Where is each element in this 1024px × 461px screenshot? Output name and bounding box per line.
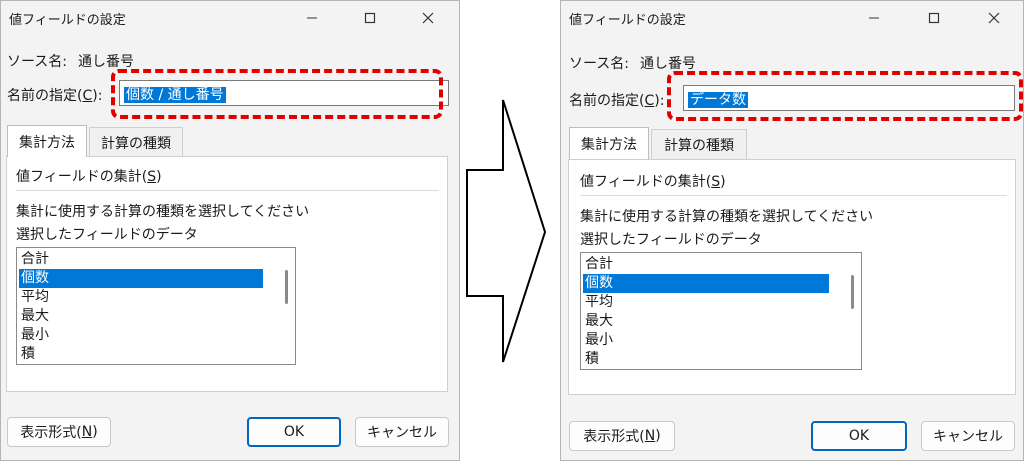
- summary-function-list[interactable]: 合計 個数 平均 最大 最小 積: [580, 252, 862, 370]
- cancel-button[interactable]: キャンセル: [355, 417, 449, 447]
- number-format-button[interactable]: 表示形式(N): [7, 417, 111, 447]
- list-item-selected[interactable]: 個数: [19, 269, 263, 288]
- source-name-label: ソース名:: [7, 54, 68, 70]
- minimize-icon: [869, 17, 879, 19]
- maximize-icon: [928, 12, 940, 24]
- tab-show-values-as[interactable]: 計算の種類: [89, 127, 183, 157]
- list-item[interactable]: 合計: [583, 255, 829, 274]
- tab-summarize-by[interactable]: 集計方法: [7, 125, 87, 157]
- source-name-value: 通し番号: [640, 56, 696, 72]
- title-bar: 値フィールドの設定: [1, 1, 459, 35]
- instruction-line-1: 集計に使用する計算の種類を選択してください: [580, 209, 874, 225]
- vertical-scrollbar[interactable]: [844, 253, 861, 369]
- ok-button[interactable]: OK: [247, 417, 341, 447]
- tab-summarize-by[interactable]: 集計方法: [569, 127, 649, 159]
- list-item-selected[interactable]: 個数: [583, 274, 829, 293]
- close-button[interactable]: [405, 1, 451, 35]
- summary-function-list[interactable]: 合計 個数 平均 最大 最小 積: [16, 247, 296, 365]
- cancel-button[interactable]: キャンセル: [921, 421, 1015, 451]
- list-item[interactable]: 合計: [19, 250, 263, 269]
- section-divider: [580, 195, 1007, 196]
- title-bar: 値フィールドの設定: [561, 1, 1023, 35]
- list-item[interactable]: 平均: [583, 293, 829, 312]
- tab-show-values-as[interactable]: 計算の種類: [651, 129, 747, 159]
- list-item[interactable]: 平均: [19, 288, 263, 307]
- minimize-button[interactable]: [289, 1, 335, 35]
- highlight-box: [111, 69, 443, 119]
- close-icon: [422, 12, 434, 24]
- tab-panel: 値フィールドの集計(S) 集計に使用する計算の種類を選択してください 選択したフ…: [568, 159, 1016, 395]
- scrollbar-thumb[interactable]: [851, 275, 854, 309]
- scrollbar-thumb[interactable]: [285, 270, 288, 304]
- instruction-line-2: 選択したフィールドのデータ: [16, 227, 198, 243]
- number-format-button[interactable]: 表示形式(N): [569, 421, 675, 451]
- tab-panel: 値フィールドの集計(S) 集計に使用する計算の種類を選択してください 選択したフ…: [6, 156, 448, 392]
- instruction-line-2: 選択したフィールドのデータ: [580, 232, 762, 248]
- section-title: 値フィールドの集計(S): [580, 174, 726, 190]
- vertical-scrollbar[interactable]: [278, 248, 295, 364]
- maximize-button[interactable]: [911, 1, 957, 35]
- maximize-icon: [364, 12, 376, 24]
- section-title: 値フィールドの集計(S): [16, 169, 162, 185]
- source-name-value: 通し番号: [78, 54, 134, 70]
- close-button[interactable]: [971, 1, 1017, 35]
- value-field-settings-dialog-after: 値フィールドの設定 ソース名: 通し番号 名前の指定(C): データ数 集計方法…: [560, 0, 1024, 461]
- highlight-box: [667, 71, 1023, 121]
- list-item[interactable]: 最大: [583, 312, 829, 331]
- minimize-icon: [307, 17, 317, 19]
- dialog-title: 値フィールドの設定: [9, 13, 126, 28]
- list-item[interactable]: 最小: [583, 331, 829, 350]
- section-divider: [16, 190, 439, 191]
- value-field-settings-dialog-before: 値フィールドの設定 ソース名: 通し番号 名前の指定(C): 個数 / 通し番号…: [0, 0, 460, 461]
- list-item[interactable]: 積: [19, 345, 263, 364]
- right-arrow-icon: [466, 99, 547, 363]
- list-item[interactable]: 最小: [19, 326, 263, 345]
- dialog-title: 値フィールドの設定: [569, 13, 686, 28]
- list-item[interactable]: 積: [583, 350, 829, 369]
- custom-name-label: 名前の指定(C):: [7, 88, 103, 104]
- custom-name-label: 名前の指定(C):: [569, 93, 665, 109]
- instruction-line-1: 集計に使用する計算の種類を選択してください: [16, 204, 310, 220]
- close-icon: [988, 12, 1000, 24]
- maximize-button[interactable]: [347, 1, 393, 35]
- minimize-button[interactable]: [851, 1, 897, 35]
- ok-button[interactable]: OK: [811, 421, 907, 451]
- list-item[interactable]: 最大: [19, 307, 263, 326]
- source-name-label: ソース名:: [569, 56, 630, 72]
